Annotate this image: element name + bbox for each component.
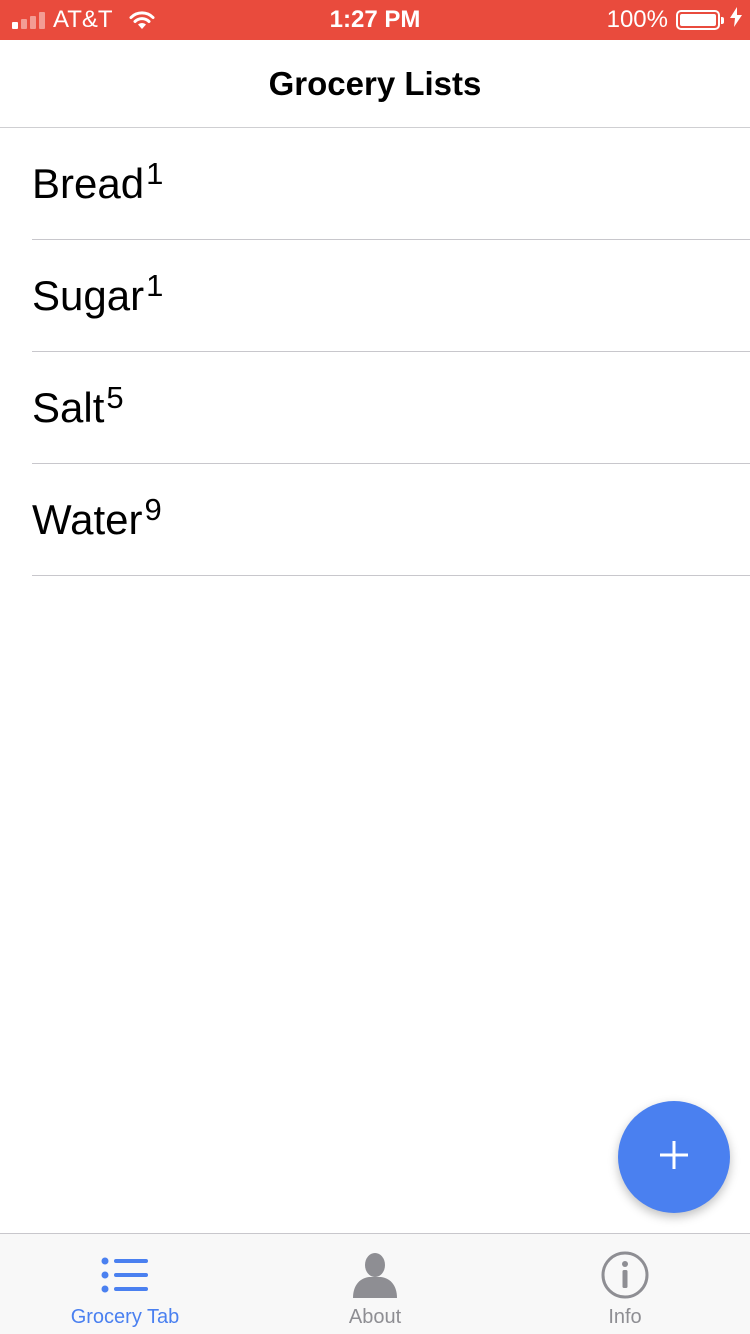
- tab-label: Info: [608, 1306, 642, 1328]
- add-item-button[interactable]: [618, 1101, 730, 1213]
- list-icon: [101, 1250, 149, 1300]
- battery-percent: 100%: [606, 6, 668, 33]
- info-icon: [600, 1250, 650, 1300]
- list-item[interactable]: Salt 5: [32, 352, 750, 464]
- list-item[interactable]: Bread 1: [32, 128, 750, 240]
- list-item[interactable]: Sugar 1: [32, 240, 750, 352]
- navigation-bar: Grocery Lists: [0, 40, 750, 128]
- tab-info[interactable]: Info: [500, 1234, 750, 1334]
- charging-bolt-icon: [730, 6, 742, 34]
- item-name: Water: [32, 495, 143, 543]
- battery-icon: [676, 10, 724, 30]
- item-count: 1: [146, 267, 164, 303]
- person-icon: [351, 1250, 399, 1300]
- item-count: 5: [106, 379, 124, 415]
- plus-icon: [658, 1139, 690, 1176]
- screen: AT&T 1:27 PM 100% Grocery Lists Bread 1 …: [0, 0, 750, 1334]
- item-name: Bread: [32, 159, 145, 207]
- page-title: Grocery Lists: [268, 64, 482, 102]
- tab-grocery[interactable]: Grocery Tab: [0, 1234, 250, 1334]
- status-bar: AT&T 1:27 PM 100%: [0, 0, 750, 40]
- item-name: Salt: [32, 383, 105, 431]
- grocery-list: Bread 1 Sugar 1 Salt 5 Water 9: [0, 128, 750, 576]
- tab-bar: Grocery Tab About Info: [0, 1233, 750, 1334]
- item-count: 9: [144, 491, 162, 527]
- status-bar-right: 100%: [607, 0, 742, 40]
- item-count: 1: [146, 155, 164, 191]
- tab-label: About: [348, 1306, 402, 1328]
- tab-label: Grocery Tab: [70, 1306, 180, 1328]
- list-item[interactable]: Water 9: [32, 464, 750, 576]
- tab-about[interactable]: About: [250, 1234, 500, 1334]
- item-name: Sugar: [32, 271, 145, 319]
